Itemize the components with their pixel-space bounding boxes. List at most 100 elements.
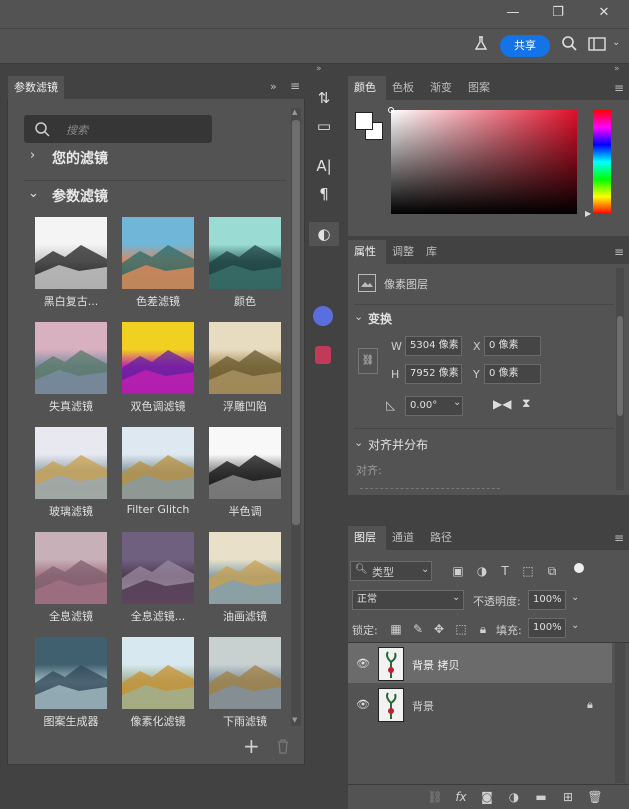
tab-color-tabs-0[interactable]: 颜色 xyxy=(348,76,386,100)
transform-section-label[interactable]: 变换 xyxy=(368,310,392,327)
share-button[interactable]: 共享 xyxy=(500,35,550,57)
tab-color-tabs-1[interactable]: 色板 xyxy=(386,76,424,100)
filter-thumbnail[interactable] xyxy=(209,532,281,604)
filter-thumbnail[interactable] xyxy=(35,322,107,394)
panel-menu-icon[interactable]: ≡ xyxy=(614,245,624,259)
mask-icon[interactable]: ◙ xyxy=(478,788,496,806)
color-field[interactable] xyxy=(391,110,577,214)
adjustment-filter-icon[interactable]: ◑ xyxy=(473,562,491,580)
align-section-label[interactable]: 对齐并分布 xyxy=(368,436,428,453)
filters-scrollbar-thumb[interactable] xyxy=(292,120,300,525)
type-filter-icon[interactable]: T xyxy=(496,562,514,580)
lock-position-icon[interactable]: ✥ xyxy=(430,620,448,638)
chevron-down-icon[interactable]: ⌄ xyxy=(612,37,620,48)
eye-icon[interactable]: 👁︎ xyxy=(356,657,370,670)
adjustment-layer-icon[interactable]: ◑ xyxy=(505,788,523,806)
search-field[interactable] xyxy=(24,115,212,143)
filter-thumbnail[interactable] xyxy=(122,532,194,604)
param-filters-header[interactable]: 参数滤镜 xyxy=(52,186,108,206)
filters-strip-icon[interactable]: ◐ xyxy=(309,222,339,246)
collapse-icon[interactable]: » xyxy=(270,80,277,93)
layers-scrollbar[interactable] xyxy=(615,643,625,783)
minimize-icon[interactable]: — xyxy=(503,4,523,22)
filter-thumbnail[interactable] xyxy=(122,427,194,499)
y-field[interactable]: 0 像素 xyxy=(484,364,541,384)
hue-slider-handle[interactable]: ▶ xyxy=(585,209,591,218)
filter-thumbnail[interactable] xyxy=(209,637,281,709)
filter-toggle-icon[interactable] xyxy=(574,563,584,573)
your-filters-header[interactable]: 您的滤镜 xyxy=(52,148,108,168)
hue-slider[interactable] xyxy=(593,110,611,214)
trash-icon[interactable] xyxy=(276,738,290,757)
chevron-down-icon[interactable]: ⌄ xyxy=(354,436,363,449)
tab-prop-tabs-2[interactable]: 库 xyxy=(420,240,448,264)
scroll-up-icon[interactable]: ▲ xyxy=(292,108,297,116)
chevron-down-icon[interactable]: ⌄ xyxy=(452,592,460,603)
history-icon[interactable]: ⇅ xyxy=(309,86,339,110)
panel-menu-icon[interactable]: ≡ xyxy=(614,531,624,545)
workspace-icon[interactable] xyxy=(586,35,608,57)
eye-icon[interactable]: 👁︎ xyxy=(356,698,370,711)
link-icon[interactable]: ⛓ xyxy=(358,348,378,374)
chevron-down-icon[interactable]: ⌄ xyxy=(28,186,39,201)
chevron-down-icon[interactable]: ⌄ xyxy=(571,592,579,603)
align-icons-row[interactable] xyxy=(360,488,500,494)
height-field[interactable]: 7952 像素 xyxy=(405,364,462,384)
fx-icon[interactable]: fx xyxy=(452,788,470,806)
filter-thumbnail[interactable] xyxy=(35,637,107,709)
chevron-down-icon[interactable]: ⌄ xyxy=(571,620,579,631)
panel-menu-icon[interactable]: ≡ xyxy=(614,81,624,95)
expand-icon[interactable]: » xyxy=(316,64,322,74)
comment-icon[interactable]: ▭ xyxy=(309,114,339,138)
character-icon[interactable]: A| xyxy=(309,154,339,178)
foreground-color-swatch[interactable] xyxy=(355,112,373,130)
paragraph-icon[interactable]: ¶ xyxy=(309,182,339,206)
close-icon[interactable]: ✕ xyxy=(594,4,614,22)
chevron-down-icon[interactable]: ⌄ xyxy=(421,564,429,575)
opacity-field[interactable]: 100% xyxy=(528,590,566,610)
color-picker-marker[interactable] xyxy=(388,107,394,113)
fill-field[interactable]: 100% xyxy=(528,618,566,638)
lock-artboard-icon[interactable]: ⬚ xyxy=(452,620,470,638)
properties-scrollbar-thumb[interactable] xyxy=(617,316,623,416)
image-filter-icon[interactable]: ▣ xyxy=(449,562,467,580)
filter-thumbnail[interactable] xyxy=(209,427,281,499)
filter-thumbnail[interactable] xyxy=(122,637,194,709)
flip-horizontal-icon[interactable]: ▶◀ xyxy=(493,397,511,411)
panel-menu-icon[interactable]: ≡ xyxy=(290,79,300,93)
lock-transparent-icon[interactable]: ▦ xyxy=(387,620,405,638)
tab-color-tabs-2[interactable]: 渐变 xyxy=(424,76,462,100)
folder-icon[interactable]: ▬ xyxy=(532,788,550,806)
chevron-down-icon[interactable]: ⌄ xyxy=(453,397,461,408)
chevron-right-icon[interactable]: › xyxy=(30,148,35,163)
restore-icon[interactable]: ❐ xyxy=(548,4,568,22)
layer-name[interactable]: 背景 xyxy=(412,698,434,714)
plugin-icon[interactable] xyxy=(313,306,333,326)
link-layers-icon[interactable]: ⛓ xyxy=(426,788,444,806)
chevron-down-icon[interactable]: ⌄ xyxy=(354,310,363,323)
new-layer-icon[interactable]: ⊞ xyxy=(559,788,577,806)
tab-layer-tabs-0[interactable]: 图层 xyxy=(348,526,386,550)
lock-all-icon[interactable]: 🔒︎ xyxy=(474,620,492,638)
add-icon[interactable]: + xyxy=(243,734,260,758)
tab-color-tabs-3[interactable]: 图案 xyxy=(462,76,500,100)
flask-icon[interactable] xyxy=(470,35,492,57)
x-field[interactable]: 0 像素 xyxy=(484,336,541,356)
smart-object-filter-icon[interactable]: ⧉ xyxy=(543,562,561,580)
tab-param-filters[interactable]: 参数滤镜 xyxy=(8,76,64,99)
scroll-down-icon[interactable]: ▼ xyxy=(292,716,297,724)
shape-filter-icon[interactable]: ⬚ xyxy=(519,562,537,580)
lock-brush-icon[interactable]: ✎ xyxy=(409,620,427,638)
expand-icon[interactable]: » xyxy=(614,64,620,74)
search-icon[interactable] xyxy=(558,35,580,57)
width-field[interactable]: 5304 像素 xyxy=(405,336,462,356)
tab-prop-tabs-0[interactable]: 属性 xyxy=(348,240,386,264)
filter-thumbnail[interactable] xyxy=(35,532,107,604)
tab-layer-tabs-2[interactable]: 路径 xyxy=(424,526,462,550)
filter-thumbnail[interactable] xyxy=(35,427,107,499)
tab-prop-tabs-1[interactable]: 调整 xyxy=(386,240,420,264)
filter-thumbnail[interactable] xyxy=(209,217,281,289)
tab-layer-tabs-1[interactable]: 通道 xyxy=(386,526,424,550)
layer-name[interactable]: 背景 拷贝 xyxy=(412,657,460,673)
blend-mode-select[interactable]: 正常 xyxy=(352,590,464,610)
